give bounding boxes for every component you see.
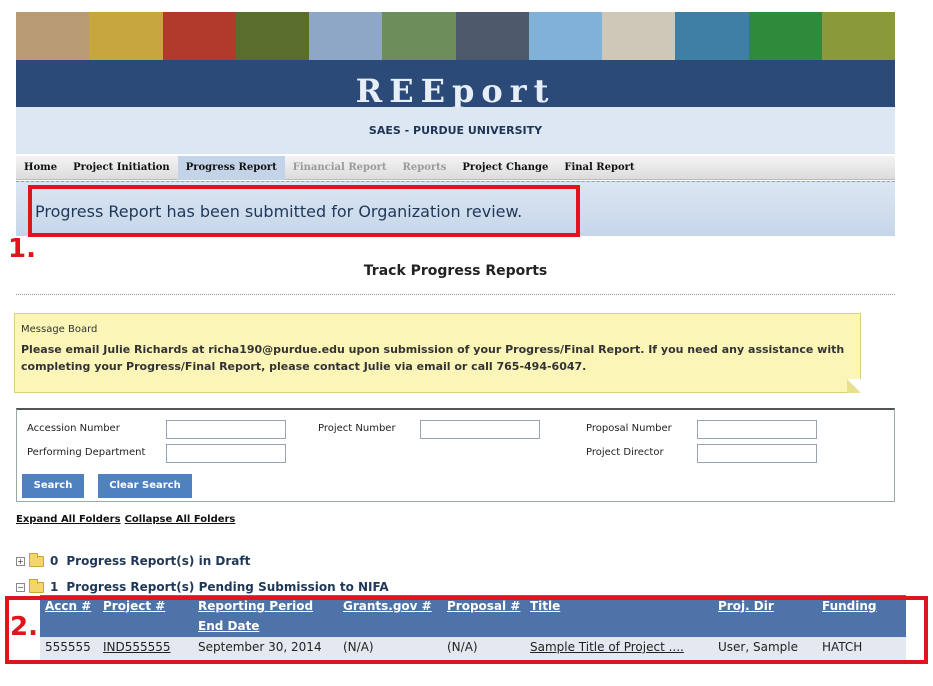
- main-nav: Home Project Initiation Progress Report …: [16, 155, 895, 180]
- page-title: Track Progress Reports: [363, 263, 548, 279]
- collapse-icon[interactable]: −: [16, 582, 25, 592]
- expand-icon[interactable]: +: [16, 556, 25, 566]
- folder-count: 0: [50, 554, 59, 568]
- folder-count: 1: [50, 580, 59, 594]
- annotation-number-1: 1.: [8, 234, 36, 264]
- message-board: Message Board Please email Julie Richard…: [14, 313, 861, 393]
- page-fold-corner: [847, 379, 861, 393]
- nav-final-report[interactable]: Final Report: [556, 156, 642, 180]
- message-board-title: Message Board: [21, 324, 98, 335]
- performing-department-input[interactable]: [166, 444, 286, 463]
- banner-photo-strip: [16, 12, 895, 60]
- message-board-body: Please email Julie Richards at richa190@…: [21, 343, 845, 373]
- project-number-input[interactable]: [420, 420, 540, 439]
- divider: [16, 294, 895, 295]
- folder-controls: Expand All Folders Collapse All Folders: [16, 514, 239, 525]
- collapse-all-folders-link[interactable]: Collapse All Folders: [125, 514, 236, 525]
- folder-icon: [29, 552, 44, 567]
- clear-search-button[interactable]: Clear Search: [98, 474, 192, 498]
- organization-name: SAES - PURDUE UNIVERSITY: [16, 107, 895, 154]
- nav-progress-report[interactable]: Progress Report: [177, 155, 285, 180]
- annotation-box-2: [5, 596, 928, 664]
- nav-financial-report: Financial Report: [292, 161, 387, 173]
- folder-icon: [29, 578, 44, 593]
- search-form: Accession Number Project Number Proposal…: [16, 408, 895, 502]
- search-button[interactable]: Search: [22, 474, 84, 498]
- performing-department-label: Performing Department: [27, 447, 146, 458]
- site-banner: REEport: [16, 12, 895, 107]
- project-number-label: Project Number: [318, 423, 396, 434]
- folder-label: Progress Report(s) in Draft: [66, 554, 251, 568]
- nav-project-change[interactable]: Project Change: [454, 156, 556, 180]
- project-director-label: Project Director: [586, 447, 664, 458]
- folder-pending-submission[interactable]: − 1 Progress Report(s) Pending Submissio…: [16, 578, 389, 594]
- project-director-input[interactable]: [697, 444, 817, 463]
- nav-reports: Reports: [402, 161, 447, 173]
- accession-number-label: Accession Number: [27, 423, 120, 434]
- proposal-number-label: Proposal Number: [586, 423, 672, 434]
- nav-project-initiation[interactable]: Project Initiation: [65, 156, 178, 180]
- annotation-number-2: 2.: [10, 612, 38, 642]
- proposal-number-input[interactable]: [697, 420, 817, 439]
- annotation-box-1: [28, 185, 580, 237]
- folder-label: Progress Report(s) Pending Submission to…: [66, 580, 389, 594]
- brand-logo: REEport: [355, 72, 556, 107]
- nav-home[interactable]: Home: [16, 156, 65, 180]
- folder-draft[interactable]: + 0 Progress Report(s) in Draft: [16, 552, 251, 568]
- accession-number-input[interactable]: [166, 420, 286, 439]
- expand-all-folders-link[interactable]: Expand All Folders: [16, 514, 121, 525]
